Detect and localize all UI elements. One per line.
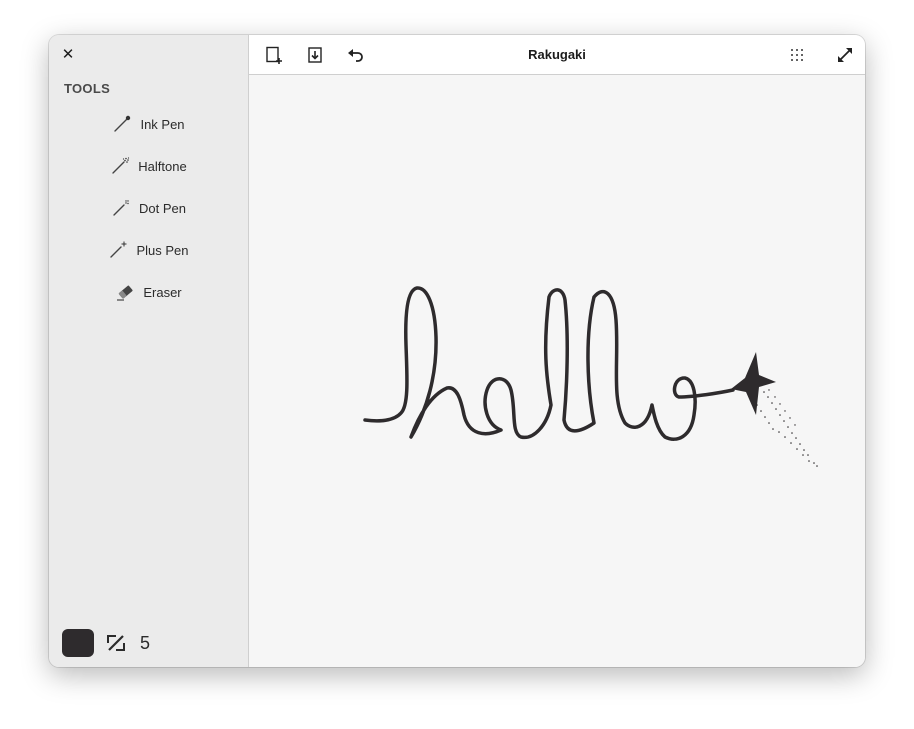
- new-canvas-button[interactable]: [264, 45, 284, 65]
- header-bar: Rakugaki: [249, 35, 865, 75]
- hello-drawing: [363, 286, 818, 467]
- save-icon: [308, 47, 322, 63]
- tool-label: Dot Pen: [139, 200, 186, 216]
- tool-label: Eraser: [143, 284, 182, 300]
- tool-eraser[interactable]: Eraser: [49, 271, 248, 313]
- grid-icon: [791, 49, 803, 61]
- tool-plus-pen[interactable]: Plus Pen: [49, 229, 248, 271]
- dot-pen-icon: [113, 200, 129, 216]
- new-canvas-icon: [266, 46, 282, 64]
- main-area: Rakugaki: [249, 35, 865, 667]
- save-button[interactable]: [305, 45, 325, 65]
- tools-heading: TOOLS: [64, 81, 111, 96]
- halftone-icon: [112, 157, 130, 174]
- tool-label: Plus Pen: [136, 242, 189, 258]
- tool-list: Ink Pen Halftone Dot Pen Plus Pen Eraser: [49, 103, 248, 313]
- tool-label: Halftone: [138, 158, 187, 174]
- ink-pen-icon: [114, 115, 131, 132]
- window-title: Rakugaki: [528, 47, 586, 62]
- app-window: ✕ TOOLS Ink Pen Halftone Dot Pen Plus Pe…: [49, 35, 865, 667]
- sidebar: ✕ TOOLS Ink Pen Halftone Dot Pen Plus Pe…: [49, 35, 249, 667]
- fullscreen-button[interactable]: [835, 45, 855, 65]
- brush-color-swatch[interactable]: [62, 629, 94, 657]
- close-icon: ✕: [61, 45, 75, 63]
- drawing-canvas[interactable]: [249, 75, 865, 667]
- star-mark: [731, 352, 776, 415]
- halftone-trail: [756, 389, 818, 467]
- grid-button[interactable]: [787, 45, 807, 65]
- undo-icon: [348, 49, 363, 62]
- tool-dot-pen[interactable]: Dot Pen: [49, 187, 248, 229]
- brush-size-value: 5: [140, 632, 151, 653]
- tool-label: Ink Pen: [140, 116, 185, 132]
- close-button[interactable]: ✕: [59, 45, 77, 63]
- eraser-icon: [117, 285, 133, 301]
- plus-pen-icon: [110, 241, 127, 258]
- undo-button[interactable]: [346, 45, 366, 65]
- hello-ink-stroke: [363, 286, 735, 441]
- tool-ink-pen[interactable]: Ink Pen: [49, 103, 248, 145]
- brush-controls: 5: [62, 629, 150, 657]
- tool-halftone[interactable]: Halftone: [49, 145, 248, 187]
- fullscreen-icon: [838, 48, 852, 62]
- brush-size-icon[interactable]: [107, 634, 125, 652]
